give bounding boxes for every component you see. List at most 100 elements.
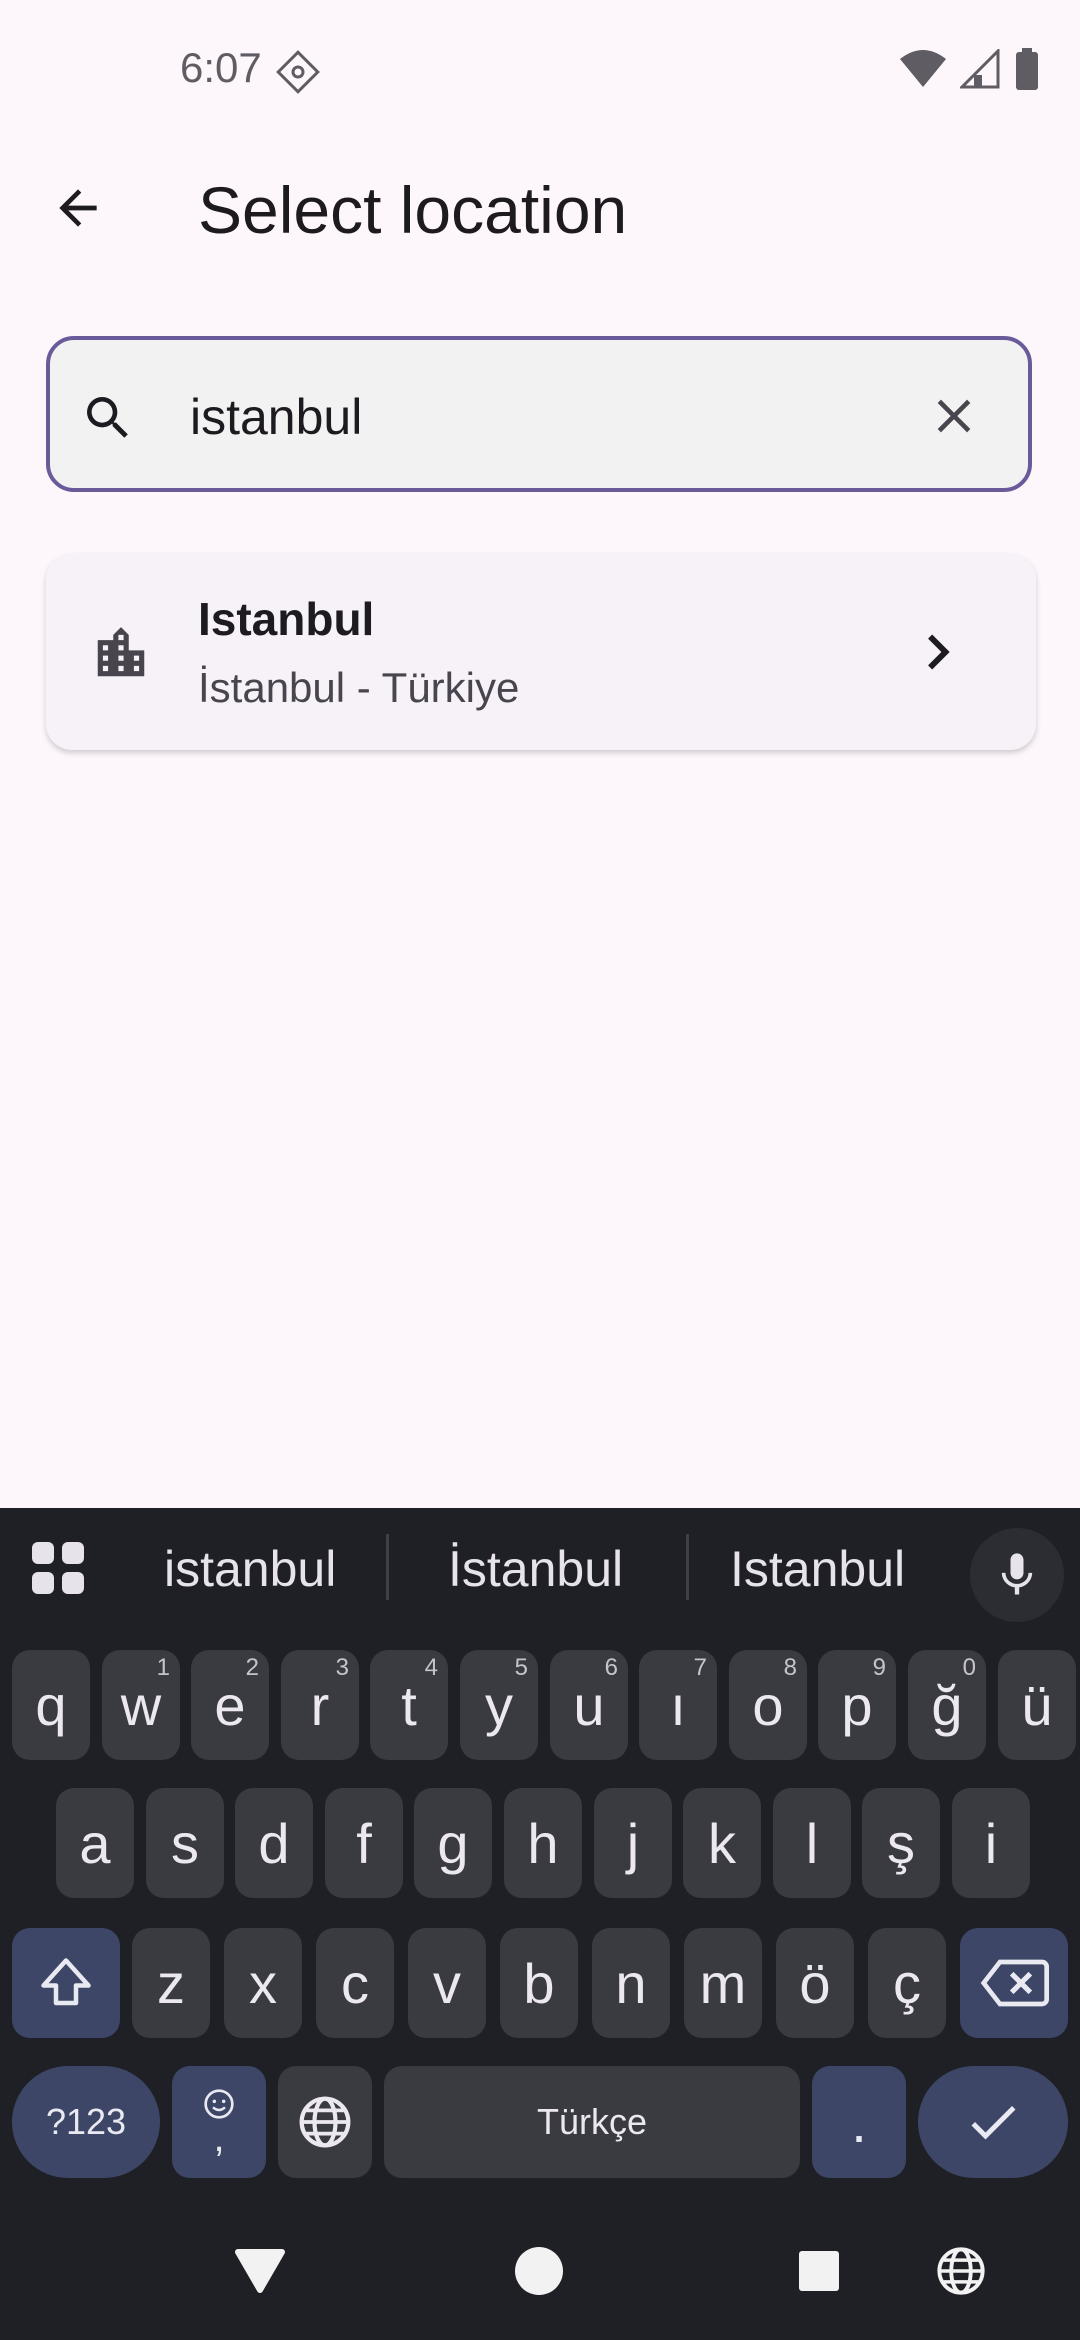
key-u[interactable]: u6 [550,1650,628,1760]
suggestion-1[interactable]: istanbul [164,1540,336,1598]
key-hint: 9 [872,1654,886,1681]
done-key[interactable] [918,2066,1068,2178]
emoji-comma-key[interactable]: , [172,2066,266,2178]
space-key[interactable]: Türkçe [384,2066,800,2178]
key-label: b [523,1951,555,2015]
key-a[interactable]: a [56,1788,134,1898]
key-label: t [401,1673,417,1737]
key-label: r [310,1673,330,1737]
comma-label: , [213,2116,225,2160]
nav-back-button[interactable] [225,2236,295,2306]
period-key[interactable]: . [812,2066,906,2178]
arrow-back-icon [59,189,97,227]
key-v[interactable]: v [408,1928,486,2038]
key-l[interactable]: l [773,1788,851,1898]
key-label: v [433,1951,461,2015]
globe-icon [299,2096,351,2148]
backspace-key[interactable] [960,1928,1068,2038]
key-label: g [437,1811,469,1875]
key-hint: 7 [693,1654,707,1681]
key-label: n [615,1951,647,2015]
suggestion-3[interactable]: Istanbul [730,1540,905,1598]
key-z[interactable]: z [132,1928,210,2038]
key-label: ğ [931,1673,963,1737]
key-b[interactable]: b [500,1928,578,2038]
square-icon [799,2251,839,2291]
key-ğ[interactable]: ğ0 [908,1650,986,1760]
key-d[interactable]: d [235,1788,313,1898]
open-result-button[interactable] [898,612,978,692]
key-j[interactable]: j [594,1788,672,1898]
circle-icon [515,2247,563,2295]
key-ü[interactable]: ü [998,1650,1076,1760]
suggestion-2[interactable]: İstanbul [448,1540,623,1598]
key-ş[interactable]: ş [862,1788,940,1898]
key-hint: 3 [335,1654,349,1681]
search-icon [80,390,136,446]
key-o[interactable]: o8 [729,1650,807,1760]
key-n[interactable]: n [592,1928,670,2038]
city-icon [90,622,152,684]
shift-key[interactable] [12,1928,120,2038]
key-c[interactable]: c [316,1928,394,2038]
mic-icon [1001,1553,1033,1595]
key-label: j [626,1811,640,1875]
key-ı[interactable]: ı7 [639,1650,717,1760]
nav-recents-button[interactable] [784,2236,854,2306]
search-input[interactable]: istanbul [190,388,362,446]
key-r[interactable]: r3 [281,1650,359,1760]
key-x[interactable]: x [224,1928,302,2038]
key-label: m [699,1951,747,2015]
key-label: l [805,1811,819,1875]
key-m[interactable]: m [684,1928,762,2038]
language-key[interactable] [278,2066,372,2178]
key-label: ç [893,1951,921,2015]
signal-icon [960,49,1000,89]
key-f[interactable]: f [325,1788,403,1898]
key-e[interactable]: e2 [191,1650,269,1760]
key-label: u [573,1673,605,1737]
key-label: c [341,1951,369,2015]
key-ç[interactable]: ç [868,1928,946,2038]
triangle-down-icon [235,2249,285,2293]
key-y[interactable]: y5 [460,1650,538,1760]
key-k[interactable]: k [683,1788,761,1898]
key-t[interactable]: t4 [370,1650,448,1760]
navigation-bar [0,2200,1080,2340]
close-icon [937,399,971,433]
symbols-key[interactable]: ?123 [12,2066,160,2178]
key-label: z [157,1951,185,2015]
notification-icon [276,50,320,94]
checkmark-icon [971,2106,1016,2140]
backspace-icon [980,1959,1049,2007]
key-p[interactable]: p9 [818,1650,896,1760]
clear-search-button[interactable] [918,380,990,452]
nav-language-button[interactable] [926,2236,996,2306]
key-label: x [249,1951,277,2015]
globe-icon [937,2247,985,2295]
back-button[interactable] [40,170,116,246]
key-label: ş [887,1811,915,1875]
key-ö[interactable]: ö [776,1928,854,2038]
nav-home-button[interactable] [504,2236,574,2306]
search-field[interactable]: istanbul [46,336,1032,492]
key-s[interactable]: s [146,1788,224,1898]
key-label: k [708,1811,736,1875]
key-q[interactable]: q [12,1650,90,1760]
status-time: 6:07 [180,44,262,91]
key-label: ı [670,1673,686,1737]
apps-grid-icon[interactable] [30,1540,86,1596]
location-result-item[interactable]: Istanbul İstanbul - Türkiye [46,554,1036,750]
voice-input-button[interactable] [970,1528,1064,1622]
wifi-icon [900,50,946,87]
key-g[interactable]: g [414,1788,492,1898]
key-label: p [841,1673,873,1737]
key-h[interactable]: h [504,1788,582,1898]
chevron-right-icon [928,634,950,670]
key-label: y [485,1673,513,1737]
key-label: ü [1021,1673,1053,1737]
key-w[interactable]: w1 [102,1650,180,1760]
key-hint: 6 [604,1654,618,1681]
suggestion-divider [686,1534,689,1600]
key-i[interactable]: i [952,1788,1030,1898]
